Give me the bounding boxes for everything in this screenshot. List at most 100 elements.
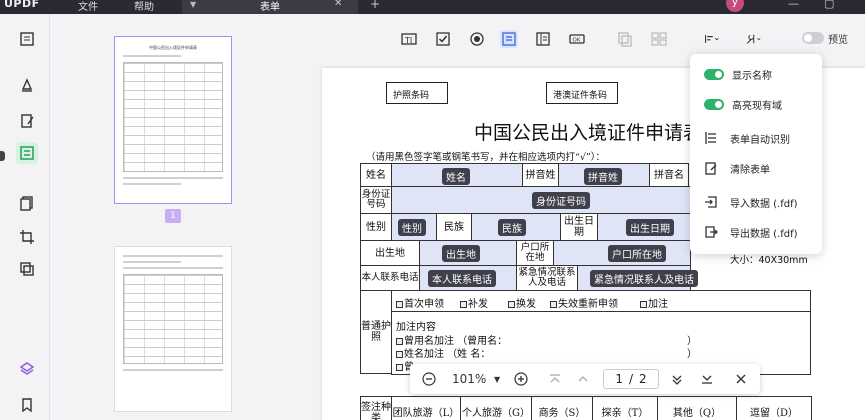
zoom-level[interactable]: 101% [452, 371, 486, 387]
grid-icon [651, 32, 667, 46]
zoom-dropdown-icon[interactable]: ▼ [494, 371, 500, 387]
menu-export-data[interactable]: 导出数据 (.fdf) [704, 222, 798, 242]
passport-option-reissue[interactable]: 补发 [460, 295, 488, 310]
title-bar: UPDF 文件 帮助 ▼ 表单 ✕ + y — ▢ [0, 0, 865, 14]
checkbox-endorse[interactable] [640, 301, 647, 308]
align-icon [705, 35, 719, 43]
first-page-icon [550, 374, 560, 383]
edit-pdf-button[interactable] [16, 110, 38, 132]
add-tab-icon[interactable]: + [370, 0, 380, 11]
first-page-button[interactable] [548, 371, 562, 387]
zoom-in-button[interactable] [514, 371, 528, 387]
thumbnail-line [123, 261, 181, 263]
menu-auto-recognize[interactable]: 表单自动识别 [704, 128, 790, 148]
import-icon [705, 196, 717, 208]
visa-type-business[interactable]: 商务（S） [531, 396, 593, 420]
grid-tool[interactable] [650, 30, 668, 48]
visa-type-personal[interactable]: 个人旅游（G） [460, 396, 532, 420]
previous-page-button[interactable] [576, 371, 590, 387]
checkbox-former-name[interactable] [396, 338, 403, 345]
tools-button[interactable] [16, 258, 38, 280]
chevron-down-icon [672, 375, 682, 385]
radio-tool[interactable] [468, 30, 486, 48]
thumbnail-line [123, 177, 223, 179]
highlighter-icon [21, 78, 33, 92]
hk-barcode-box: 港澳证件条码 [546, 82, 618, 104]
avatar[interactable]: y [726, 0, 744, 12]
passport-option-endorse[interactable]: 加注 [640, 295, 668, 310]
menu-import-data[interactable]: 导入数据 (.fdf) [704, 192, 798, 212]
instruction-text: （请用黑色签字笔或钢笔书写，并在相应选项内打“√”）： [366, 152, 606, 163]
checkbox-reissue[interactable] [460, 301, 467, 308]
visa-type-stay[interactable]: 逗留（D） [736, 396, 812, 420]
visa-type-other[interactable]: 其他（Q） [657, 396, 737, 420]
visa-type-tour[interactable]: 团队旅游（L） [391, 396, 461, 420]
minimize-icon[interactable]: — [788, 0, 799, 10]
chevron-down-icon[interactable]: ▼ [190, 0, 196, 9]
show-names-switch[interactable] [704, 68, 724, 80]
close-icon[interactable]: ✕ [334, 0, 342, 9]
checkbox-tool[interactable] [434, 30, 452, 48]
text-field-tool[interactable]: TI [400, 30, 418, 48]
layers-button[interactable] [16, 358, 38, 380]
checkbox-invalid[interactable] [550, 301, 557, 308]
form-icon [20, 146, 34, 160]
page-indicator[interactable]: 1 / 2 [603, 369, 659, 389]
form-button[interactable] [16, 142, 38, 164]
birth-date-field-label: 出生日期 [626, 219, 674, 236]
label-ethnicity: 民族 [436, 213, 472, 241]
reader-mode-button[interactable] [16, 28, 38, 50]
form-tools-button[interactable] [740, 30, 766, 48]
label-pinyin-surname: 拼音姓 [522, 163, 559, 187]
checkbox-name[interactable] [396, 351, 403, 358]
tab-title: 表单 [260, 2, 280, 13]
checkbox-renew[interactable] [508, 301, 515, 308]
align-tool[interactable] [700, 30, 724, 48]
menu-file[interactable]: 文件 [78, 0, 98, 13]
passport-option-first[interactable]: 首次申领 [396, 295, 444, 310]
thumbnail-line [123, 55, 181, 57]
passport-option-renew[interactable]: 换发 [508, 295, 536, 310]
checkbox-first-apply[interactable] [396, 301, 403, 308]
next-page-button[interactable] [670, 371, 684, 387]
preview-toggle[interactable] [802, 32, 824, 44]
thumbnail-line [123, 267, 223, 269]
bookmark-button[interactable] [16, 394, 38, 416]
checkbox-other[interactable] [396, 364, 403, 371]
document-title: 中国公民出入境证件申请表 [474, 122, 703, 144]
checkbox-icon [436, 32, 450, 46]
maximize-icon[interactable]: ▢ [824, 0, 834, 10]
button-tool[interactable]: OK [568, 30, 586, 48]
dropdown-tool[interactable] [500, 30, 518, 48]
toggle-highlight-fields[interactable]: 高亮现有域 [704, 94, 782, 114]
document-tab[interactable]: ▼ 表单 ✕ [182, 0, 358, 14]
menu-clear-form[interactable]: 清除表单 [704, 158, 770, 178]
highlight-fields-switch[interactable] [704, 98, 724, 110]
current-page: 1 [615, 372, 623, 386]
close-zoom-bar-button[interactable] [734, 371, 748, 387]
id-number-field-label: 身份证号码 [532, 192, 590, 209]
thumbnail-line [123, 183, 181, 185]
auto-recognize-label: 表单自动识别 [730, 134, 790, 146]
page-thumbnail-1[interactable]: 中国公民出入境证件申请表 [114, 36, 232, 204]
ethnicity-field-label: 民族 [498, 219, 526, 236]
list-box-tool[interactable] [534, 30, 552, 48]
menu-help[interactable]: 帮助 [134, 0, 154, 13]
label-hukou: 户口所在地 [516, 240, 554, 266]
zoom-out-button[interactable] [422, 371, 436, 387]
layers-icon [19, 362, 35, 375]
combo-box-icon [502, 32, 516, 46]
panel-collapse-handle[interactable] [0, 151, 5, 161]
page-number-badge: 1 [165, 209, 181, 223]
crop-button[interactable] [16, 226, 38, 248]
organize-pages-button[interactable] [16, 192, 38, 214]
page-thumbnail-2[interactable] [114, 246, 232, 412]
emergency-contact-field-label: 紧急情况联系人及电话 [590, 270, 698, 287]
passport-option-invalid[interactable]: 失效重新申领 [550, 295, 618, 310]
comment-button[interactable] [16, 74, 38, 96]
duplicate-tool[interactable] [616, 30, 634, 48]
last-page-button[interactable] [700, 371, 714, 387]
toggle-show-names[interactable]: 显示名称 [704, 64, 772, 84]
export-data-label: 导出数据 (.fdf) [730, 228, 798, 240]
visa-type-family[interactable]: 探亲（T） [592, 396, 658, 420]
